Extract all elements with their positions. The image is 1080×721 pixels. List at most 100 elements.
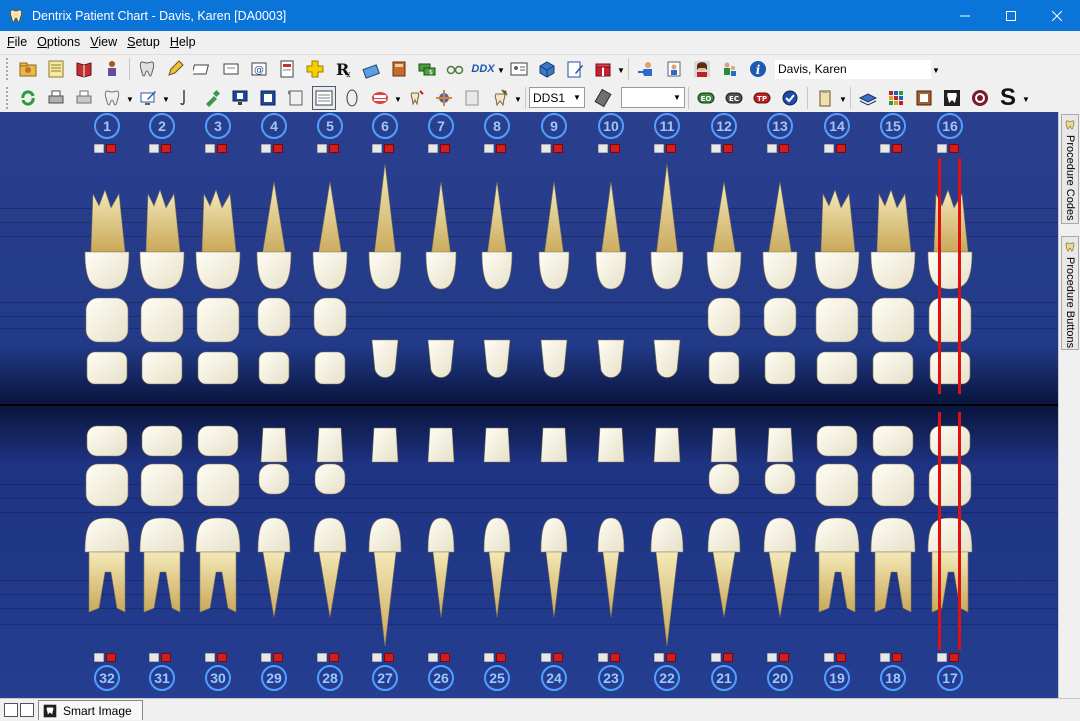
tooth-flags-16[interactable]: [937, 144, 959, 153]
tooth-12-lingual[interactable]: [708, 351, 740, 385]
extract-button[interactable]: [404, 86, 428, 110]
xray-window-button[interactable]: [256, 86, 280, 110]
tooth-condition-icon[interactable]: [666, 144, 676, 153]
tooth-26-crown[interactable]: [427, 517, 455, 553]
tooth-status-icon[interactable]: [541, 653, 551, 662]
tooth-flags-23[interactable]: [598, 653, 620, 662]
tooth-27-root[interactable]: [373, 551, 397, 647]
tooth-status-icon[interactable]: [654, 144, 664, 153]
teeth-graphic[interactable]: [0, 112, 1058, 698]
tooth-11-lingual[interactable]: [653, 339, 681, 378]
tooth-flags-9[interactable]: [541, 144, 563, 153]
tooth-condition-icon[interactable]: [949, 144, 959, 153]
complete-button[interactable]: [778, 86, 802, 110]
tooth-chart-button[interactable]: [135, 57, 159, 81]
tooth-flags-4[interactable]: [261, 144, 283, 153]
tooth-number-11[interactable]: 11: [654, 113, 680, 139]
tooth-number-6[interactable]: 6: [372, 113, 398, 139]
tooth-condition-icon[interactable]: [106, 144, 116, 153]
tooth-flags-10[interactable]: [598, 144, 620, 153]
tooth-flags-2[interactable]: [149, 144, 171, 153]
tooth-number-29[interactable]: 29: [261, 665, 287, 691]
tooth-10-root[interactable]: [600, 181, 622, 258]
tooth-flags-30[interactable]: [205, 653, 227, 662]
quick-tools-dropdown-arrow[interactable]: ▼: [514, 86, 522, 110]
tooth-condition-icon[interactable]: [779, 144, 789, 153]
tooth-status-icon[interactable]: [317, 144, 327, 153]
ddx-button[interactable]: DDX: [471, 57, 495, 81]
notes-button[interactable]: [44, 57, 68, 81]
tp-button[interactable]: TP: [750, 86, 774, 110]
tooth-status-icon[interactable]: [711, 144, 721, 153]
email-button[interactable]: @: [247, 57, 271, 81]
tooth-26-lingual[interactable]: [427, 427, 455, 463]
tooth-number-30[interactable]: 30: [205, 665, 231, 691]
tooth-8-crown[interactable]: [481, 251, 513, 290]
monitor-edit-button[interactable]: [136, 86, 160, 110]
tooth-20-crown[interactable]: [763, 517, 797, 553]
tooth-4-crown[interactable]: [256, 251, 292, 290]
tooth-27-lingual[interactable]: [371, 427, 399, 463]
tooth-31-lingual[interactable]: [141, 425, 183, 457]
tooth-15-root[interactable]: [876, 189, 912, 253]
tooth-4-root[interactable]: [261, 181, 287, 258]
tooth-5-crown[interactable]: [312, 251, 348, 290]
tooth-status-icon[interactable]: [484, 144, 494, 153]
tooth-flags-32[interactable]: [94, 653, 116, 662]
tooth-flags-22[interactable]: [654, 653, 676, 662]
tooth-2-occlusal[interactable]: [140, 297, 184, 343]
tooth-21-crown[interactable]: [707, 517, 741, 553]
tooth-2-root[interactable]: [145, 189, 181, 253]
tooth-8-root[interactable]: [486, 181, 508, 258]
forms-button[interactable]: [275, 57, 299, 81]
tooth-flags-21[interactable]: [711, 653, 733, 662]
menu-setup[interactable]: Setup: [122, 31, 165, 53]
toolbar-grip[interactable]: [6, 58, 10, 80]
tooth-22-root[interactable]: [655, 551, 679, 647]
tooth-23-lingual[interactable]: [597, 427, 625, 463]
ec-button[interactable]: EC: [722, 86, 746, 110]
tooth-status-icon[interactable]: [484, 653, 494, 662]
tooth-status-icon[interactable]: [205, 653, 215, 662]
tooth-status-icon[interactable]: [654, 653, 664, 662]
tooth-30-crown[interactable]: [195, 517, 241, 553]
tooth-22-lingual[interactable]: [653, 427, 681, 463]
tooth-17-lingual[interactable]: [929, 425, 971, 457]
tooth-5-lingual[interactable]: [314, 351, 346, 385]
print-button[interactable]: [44, 86, 68, 110]
tooth-number-16[interactable]: 16: [937, 113, 963, 139]
tooth-32-root[interactable]: [88, 551, 126, 613]
select-patient-button[interactable]: [634, 57, 658, 81]
tooth-19-lingual[interactable]: [816, 425, 858, 457]
tooth-condition-icon[interactable]: [610, 144, 620, 153]
tooth-number-3[interactable]: 3: [205, 113, 231, 139]
tooth-number-31[interactable]: 31: [149, 665, 175, 691]
tooth-25-root[interactable]: [488, 551, 506, 618]
tooth-19-occlusal[interactable]: [815, 463, 859, 507]
tooth-condition-icon[interactable]: [723, 144, 733, 153]
tooth-condition-icon[interactable]: [892, 653, 902, 662]
tooth-3-root[interactable]: [201, 189, 237, 253]
tooth-status-icon[interactable]: [598, 144, 608, 153]
tooth-19-crown[interactable]: [814, 517, 860, 553]
clipboard-button[interactable]: [813, 86, 837, 110]
s-dropdown-arrow[interactable]: ▼: [1022, 86, 1030, 110]
menu-help[interactable]: Help: [165, 31, 201, 53]
family-file-button[interactable]: [16, 57, 40, 81]
oval-button[interactable]: [340, 86, 364, 110]
tooth-condition-icon[interactable]: [836, 144, 846, 153]
tooth-14-root[interactable]: [820, 189, 856, 253]
refresh-button[interactable]: [16, 86, 40, 110]
tooth-condition-icon[interactable]: [440, 653, 450, 662]
paper-button[interactable]: [284, 86, 308, 110]
documents-button[interactable]: [387, 57, 411, 81]
tooth-number-13[interactable]: 13: [767, 113, 793, 139]
tooth-number-1[interactable]: 1: [94, 113, 120, 139]
tooth-condition-icon[interactable]: [384, 653, 394, 662]
tooth-29-lingual[interactable]: [260, 427, 288, 463]
tooth-condition-icon[interactable]: [273, 653, 283, 662]
close-button[interactable]: [1034, 0, 1080, 31]
tooth-26-root[interactable]: [432, 551, 450, 618]
tooth-flags-26[interactable]: [428, 653, 450, 662]
tooth-3-occlusal[interactable]: [196, 297, 240, 343]
